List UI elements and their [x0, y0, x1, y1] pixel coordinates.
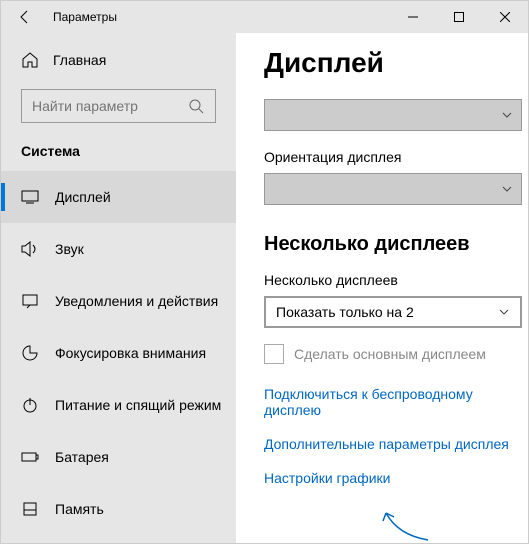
nav-label: Фокусировка внимания	[55, 345, 206, 361]
multiple-displays-dropdown[interactable]: Показать только на 2	[264, 296, 522, 328]
link-advanced-display[interactable]: Дополнительные параметры дисплея	[264, 436, 524, 452]
dropdown-value: Показать только на 2	[276, 304, 414, 320]
multiple-displays-label: Несколько дисплеев	[264, 272, 524, 288]
settings-window: Параметры Главная	[0, 0, 529, 544]
sidebar: Главная Система Дисплей	[1, 33, 236, 543]
nav-label: Звук	[55, 241, 84, 257]
orientation-dropdown[interactable]	[264, 173, 522, 205]
nav-label: Батарея	[55, 449, 109, 465]
nav-power[interactable]: Питание и спящий режим	[1, 379, 236, 431]
nav-display[interactable]: Дисплей	[1, 171, 236, 223]
nav-label: Память	[55, 501, 104, 517]
titlebar: Параметры	[1, 1, 528, 33]
focus-icon	[21, 344, 39, 362]
multiple-displays-heading: Несколько дисплеев	[264, 233, 524, 256]
battery-icon	[21, 448, 39, 466]
home-button[interactable]: Главная	[1, 41, 236, 79]
window-body: Главная Система Дисплей	[1, 33, 528, 543]
back-button[interactable]	[1, 1, 49, 33]
nav-battery[interactable]: Батарея	[1, 431, 236, 483]
nav-storage[interactable]: Память	[1, 483, 236, 535]
maximize-button[interactable]	[436, 1, 482, 33]
search-box[interactable]	[21, 89, 216, 123]
page-title: Дисплей	[264, 47, 524, 79]
close-button[interactable]	[482, 1, 528, 33]
link-wireless-display[interactable]: Подключиться к беспроводному дисплею	[264, 386, 524, 418]
orientation-label: Ориентация дисплея	[264, 149, 524, 165]
link-graphics-settings[interactable]: Настройки графики	[264, 470, 524, 486]
notifications-icon	[21, 292, 39, 310]
search-input[interactable]	[32, 98, 182, 114]
home-icon	[21, 51, 39, 69]
primary-display-checkbox[interactable]	[264, 344, 284, 364]
primary-display-checkbox-label: Сделать основным дисплеем	[294, 346, 486, 362]
search-icon	[187, 97, 205, 115]
minimize-button[interactable]	[390, 1, 436, 33]
primary-display-checkbox-row: Сделать основным дисплеем	[264, 344, 524, 364]
nav-label: Питание и спящий режим	[55, 397, 221, 413]
nav-focus[interactable]: Фокусировка внимания	[1, 327, 236, 379]
window-title: Параметры	[49, 10, 390, 24]
search-container	[21, 89, 216, 123]
home-label: Главная	[53, 52, 106, 68]
category-heading: Система	[1, 137, 236, 171]
power-icon	[21, 396, 39, 414]
storage-icon	[21, 500, 39, 518]
nav-notifications[interactable]: Уведомления и действия	[1, 275, 236, 327]
nav-sound[interactable]: Звук	[1, 223, 236, 275]
scale-dropdown[interactable]	[264, 99, 522, 131]
sound-icon	[21, 240, 39, 258]
nav-label: Уведомления и действия	[55, 293, 218, 309]
nav-list: Дисплей Звук Уведомления и действия	[1, 171, 236, 543]
nav-label: Дисплей	[55, 189, 111, 205]
content-pane: Дисплей Ориентация дисплея Несколько дис…	[236, 33, 528, 543]
display-icon	[21, 188, 39, 206]
annotation-arrow	[378, 505, 438, 543]
